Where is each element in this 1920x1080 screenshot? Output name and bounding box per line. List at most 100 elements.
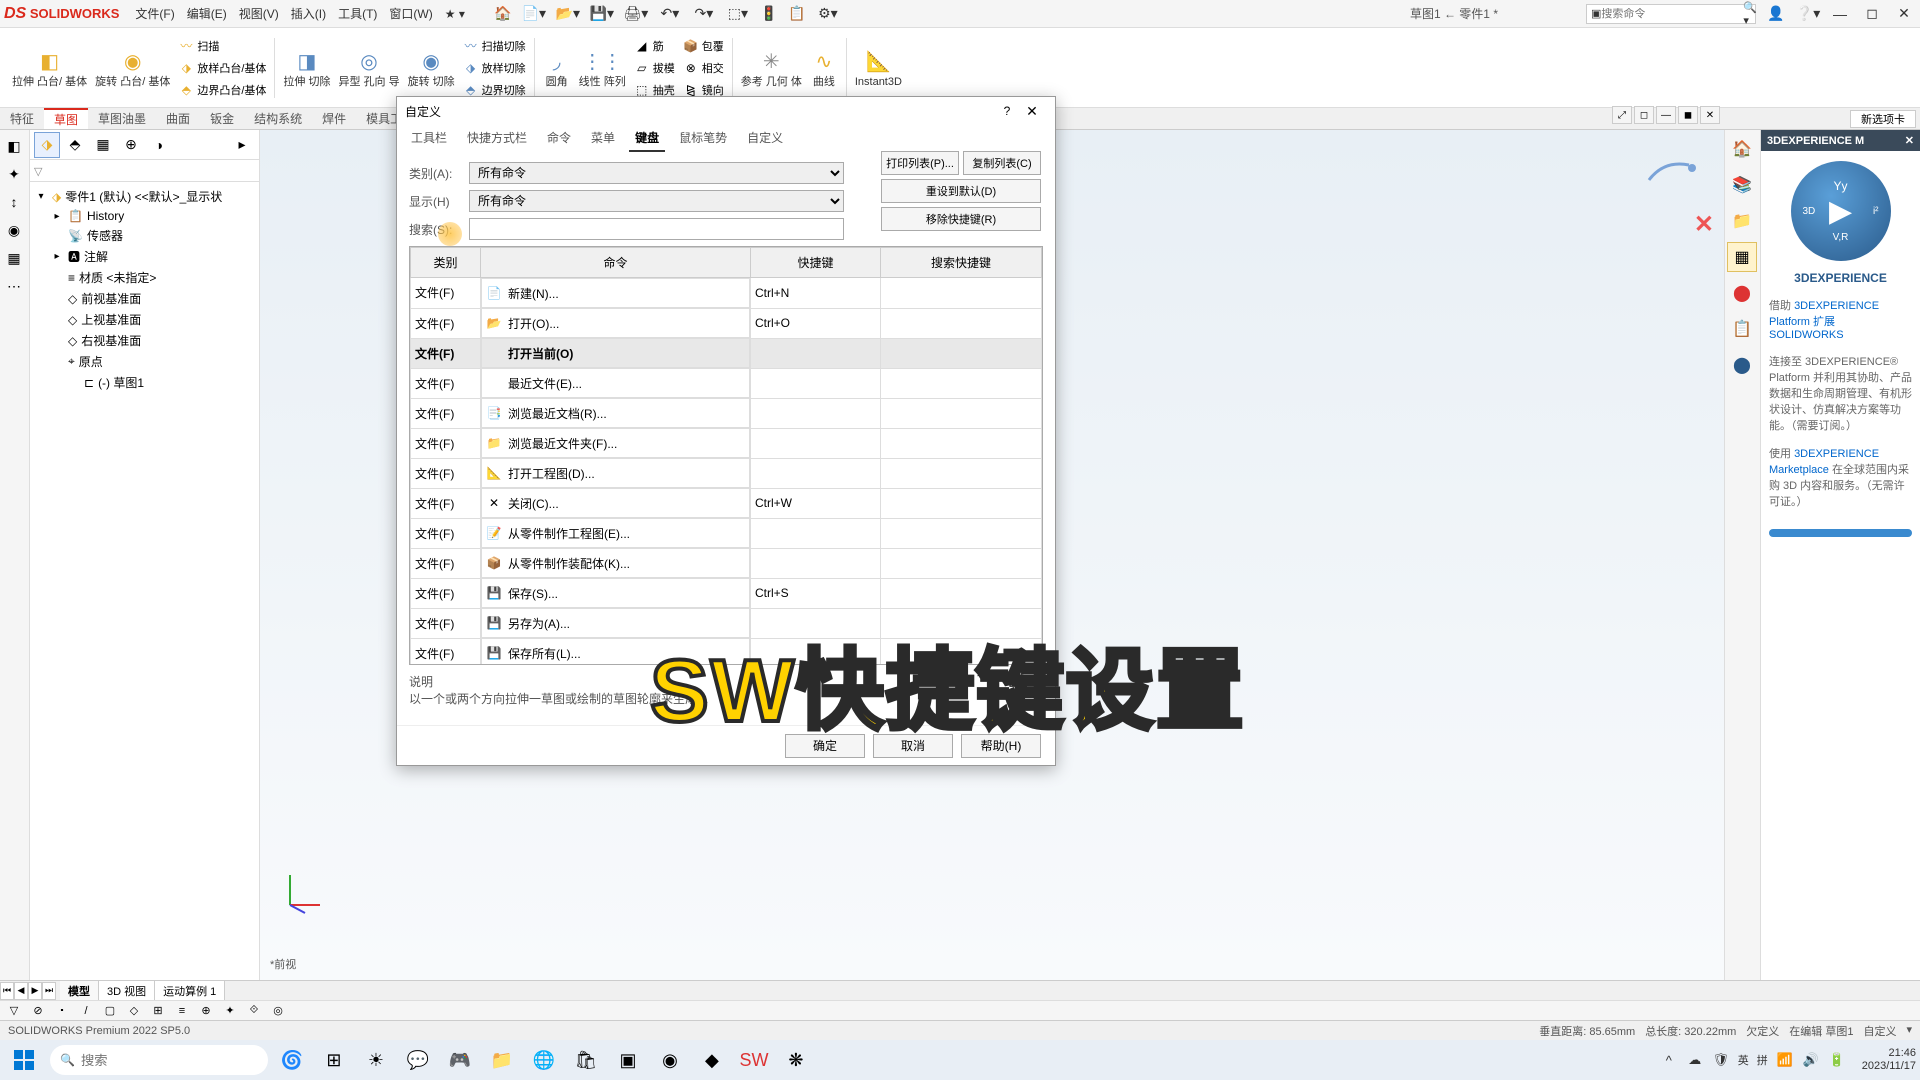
task-app1-icon[interactable]: ▣ [610,1042,646,1078]
cell-shortcut[interactable] [751,338,881,368]
sel-vertex-icon[interactable]: ⬝ [52,1002,72,1020]
btab-next-icon[interactable]: ▶ [28,982,42,1000]
table-row[interactable]: 文件(F)最近文件(E)... [411,368,1042,398]
task-pane-close-icon[interactable]: ✕ [1905,134,1914,147]
task-chat-icon[interactable]: 💬 [400,1042,436,1078]
rt-view-icon[interactable]: ▦ [1727,242,1757,272]
btab-prev-icon[interactable]: ◀ [14,982,28,1000]
open-icon[interactable]: 📂▾ [553,3,583,25]
cell-search-shortcut[interactable] [881,428,1042,458]
table-row[interactable]: 文件(F)💾保存(S)...Ctrl+S [411,578,1042,608]
tab-sketch-ink[interactable]: 草图油墨 [88,108,156,129]
tree-material[interactable]: ≡材质 <未指定> [34,267,255,288]
tree-tab-dm[interactable]: ⊕ [118,132,144,158]
ribbon-draft[interactable]: ▱拔模 [630,57,679,79]
lt-axis-icon[interactable]: ↕ [2,190,26,214]
dtab-customize[interactable]: 自定义 [741,125,789,152]
reset-default-button[interactable]: 重设到默认(D) [881,179,1041,203]
th-shortcut[interactable]: 快捷键 [751,248,881,278]
ribbon-revolve-cut[interactable]: ◉旋转 切除 [404,46,459,90]
task-app4-icon[interactable]: ❋ [778,1042,814,1078]
remove-shortcut-button[interactable]: 移除快捷键(R) [881,207,1041,231]
cell-shortcut[interactable]: Ctrl+W [751,488,881,518]
select-icon[interactable]: ⬚▾ [723,3,753,25]
rt-appearance-icon[interactable]: ⬤ [1727,278,1757,308]
cell-search-shortcut[interactable] [881,278,1042,309]
ribbon-fillet[interactable]: ◞圆角 [539,46,575,90]
cell-shortcut[interactable] [751,428,881,458]
tree-front-plane[interactable]: ◇前视基准面 [34,288,255,309]
settings-icon[interactable]: ⚙▾ [813,3,843,25]
ribbon-sweep[interactable]: 〰扫描 [174,35,270,57]
ribbon-intersect[interactable]: ⊗相交 [679,57,728,79]
redo-icon[interactable]: ↷▾ [689,3,719,25]
ribbon-rib[interactable]: ◢筋 [630,35,679,57]
task-store-icon[interactable]: 🛍 [568,1042,604,1078]
mdi-restore-icon[interactable]: ◻ [1634,106,1654,124]
table-row[interactable]: 文件(F)📂打开(O)...Ctrl+O [411,308,1042,338]
print-icon[interactable]: 🖨▾ [621,3,651,25]
cell-search-shortcut[interactable] [881,338,1042,368]
th-category[interactable]: 类别 [411,248,481,278]
task-edge-icon[interactable]: 🌐 [526,1042,562,1078]
cell-search-shortcut[interactable] [881,368,1042,398]
task-weather-icon[interactable]: ☀ [358,1042,394,1078]
tree-tab-pm[interactable]: ⬘ [62,132,88,158]
close-icon[interactable]: ✕ [1892,2,1916,26]
tree-tab-fm[interactable]: ⬗ [34,132,60,158]
sel-filter-icon[interactable]: ▽ [4,1002,24,1020]
th-search-shortcut[interactable]: 搜索快捷键 [881,248,1042,278]
tab-weldments[interactable]: 焊件 [312,108,356,129]
sel-more4-icon[interactable]: ⊕ [196,1002,216,1020]
command-search[interactable]: ▣ 🔍▾ [1586,4,1756,24]
new-tab-button[interactable]: 新选项卡 [1850,110,1916,128]
options-icon[interactable]: 📋 [785,3,809,25]
lt-more-icon[interactable]: ⋯ [2,274,26,298]
cell-shortcut[interactable]: Ctrl+S [751,578,881,608]
dtab-mouse[interactable]: 鼠标笔势 [673,125,733,152]
minimize-icon[interactable]: — [1828,2,1852,26]
ribbon-loft-cut[interactable]: ⬗放样切除 [459,57,530,79]
cell-shortcut[interactable]: Ctrl+N [751,278,881,309]
btab-model[interactable]: 模型 [60,981,99,1000]
new-icon[interactable]: 📄▾ [519,3,549,25]
help-icon[interactable]: ❔▾ [1796,2,1820,26]
btab-last-icon[interactable]: ⏭ [42,982,56,1000]
rt-property-icon[interactable]: 📋 [1727,314,1757,344]
menu-file[interactable]: 文件(F) [135,5,174,22]
sel-more6-icon[interactable]: ⟐ [244,1002,264,1020]
undo-icon[interactable]: ↶▾ [655,3,685,25]
dtab-shortcut-bars[interactable]: 快捷方式栏 [461,125,533,152]
cell-search-shortcut[interactable] [881,548,1042,578]
tab-sheet-metal[interactable]: 钣金 [200,108,244,129]
mdi-popout-icon[interactable]: ⤢ [1612,106,1632,124]
table-row[interactable]: 文件(F)📑浏览最近文档(R)... [411,398,1042,428]
save-icon[interactable]: 💾▾ [587,3,617,25]
start-button[interactable] [4,1042,44,1078]
ribbon-curves[interactable]: ∿曲线 [806,46,842,90]
task-solidworks-icon[interactable]: SW [736,1042,772,1078]
tab-surface[interactable]: 曲面 [156,108,200,129]
cell-search-shortcut[interactable] [881,398,1042,428]
taskbar-search[interactable]: 🔍 [50,1045,268,1075]
ribbon-ref-geom[interactable]: ✳参考 几何 体 [737,46,806,90]
category-select[interactable]: 所有命令 [469,162,844,184]
tray-battery-icon[interactable]: 🔋 [1828,1051,1846,1069]
ribbon-extrude-cut[interactable]: ◨拉伸 切除 [279,46,334,90]
ribbon-hole-wizard[interactable]: ◎异型 孔向 导 [334,46,403,90]
view-orientation-widget[interactable] [1644,150,1704,210]
btab-first-icon[interactable]: ⏮ [0,982,14,1000]
lt-plane-icon[interactable]: ◧ [2,134,26,158]
cell-search-shortcut[interactable] [881,518,1042,548]
print-list-button[interactable]: 打印列表(P)... [881,152,959,175]
tray-volume-icon[interactable]: 🔊 [1802,1051,1820,1069]
cell-search-shortcut[interactable] [881,578,1042,608]
cell-shortcut[interactable] [751,518,881,548]
copy-list-button[interactable]: 复制列表(C) [963,152,1041,175]
cell-shortcut[interactable] [751,398,881,428]
rt-lib-icon[interactable]: 📚 [1727,170,1757,200]
status-custom[interactable]: 自定义 [1863,1023,1896,1039]
taskbar-search-input[interactable] [81,1053,258,1068]
tree-top-plane[interactable]: ◇上视基准面 [34,309,255,330]
table-row[interactable]: 文件(F)✕关闭(C)...Ctrl+W [411,488,1042,518]
